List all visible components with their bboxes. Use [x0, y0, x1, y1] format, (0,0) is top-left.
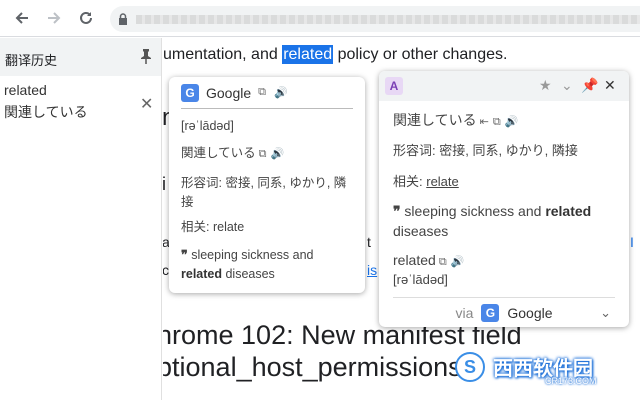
google-related-label: 相关:: [181, 220, 213, 234]
via-label: via: [455, 304, 474, 321]
watermark-domain: CR173.COM: [545, 376, 597, 386]
star-icon[interactable]: ★: [539, 77, 552, 94]
translator-word: related: [393, 252, 436, 268]
google-adjective: 形容词: 密接, 同系, ゆかり, 隣接: [181, 176, 347, 209]
google-example: ❞ sleeping sickness and related diseases: [181, 245, 353, 284]
translator-adjective: 形容词: 密接, 同系, ゆかり, 隣接: [393, 143, 578, 158]
google-translate-icon: G: [181, 83, 199, 102]
link-fragment[interactable]: I: [630, 234, 634, 250]
quote-icon: ❞: [393, 204, 401, 220]
translator-translation-row: 関連している ⇤ ⧉ 🔊: [393, 111, 619, 132]
google-related-row: 相关: relate: [181, 218, 353, 237]
example-bold: related: [181, 267, 222, 281]
chevron-down-icon[interactable]: ⌄: [561, 77, 573, 94]
example-text: sleeping sickness and: [400, 203, 546, 219]
arrow-left-icon: [15, 12, 28, 24]
browser-toolbar: [0, 0, 640, 37]
translator-related-row: 相关: relate: [393, 172, 619, 191]
example-text: sleeping sickness and: [187, 248, 314, 262]
speaker-icon[interactable]: 🔊: [274, 86, 289, 99]
history-sidebar: 翻译历史 related 関連している ✕: [0, 38, 162, 400]
section-heading-code: ptional_host_permissions: [163, 352, 462, 382]
copy-icon[interactable]: ⧉: [259, 148, 268, 160]
translator-related-word[interactable]: relate: [426, 174, 459, 189]
engine-selector[interactable]: via G Google ⌄: [393, 297, 615, 327]
sort-icon[interactable]: ⇤: [480, 116, 490, 128]
translator-logo-icon: A: [385, 77, 403, 95]
text-fragment: t: [367, 234, 371, 250]
translator-popup: A ★ ⌄ 📌 ✕ 関連している ⇤ ⧉ 🔊 形容词: 密接, 同系, ゆかり, 隣接…: [379, 71, 629, 327]
arrow-right-icon: [48, 12, 61, 24]
engine-name: Google: [507, 304, 553, 321]
translator-popup-header: A ★ ⌄ 📌 ✕: [379, 71, 629, 101]
translator-word-row: related ⧉ 🔊: [393, 251, 619, 272]
copy-icon[interactable]: ⧉: [493, 116, 502, 128]
translator-translation: 関連している: [393, 112, 477, 128]
reload-button[interactable]: [76, 8, 96, 28]
sidebar-header: 翻译历史: [0, 38, 161, 76]
copy-icon[interactable]: ⧉: [439, 256, 448, 268]
google-translation-row: 関連している ⧉ 🔊: [181, 144, 353, 164]
lock-icon: [119, 13, 127, 25]
pin-icon[interactable]: [139, 48, 153, 64]
paragraph-text-pre: umentation, and: [163, 46, 283, 63]
speaker-icon[interactable]: 🔊: [451, 256, 466, 268]
blurred-url: [136, 15, 640, 24]
example-text: diseases: [222, 267, 275, 281]
quote-icon: ❞: [181, 247, 188, 262]
history-item[interactable]: related 関連している: [4, 82, 88, 122]
text-fragment: i: [163, 174, 166, 194]
selected-word[interactable]: related: [282, 45, 334, 64]
google-translate-icon: G: [481, 303, 500, 322]
google-related-word: relate: [212, 220, 245, 234]
reload-icon: [80, 11, 92, 24]
history-item-word: related: [4, 82, 47, 98]
copy-icon[interactable]: ⧉: [258, 86, 267, 99]
speaker-icon[interactable]: 🔊: [271, 148, 286, 160]
translator-phonetic: [rəˈlādəd]: [393, 272, 448, 287]
translator-example: ❞ sleeping sickness and related diseases: [393, 202, 619, 241]
pin-icon[interactable]: 📌: [581, 77, 598, 94]
link-fragment[interactable]: is: [367, 262, 377, 278]
speaker-icon[interactable]: 🔊: [505, 116, 520, 128]
google-popup-header: G Google ⧉ 🔊: [181, 77, 353, 109]
chevron-down-icon[interactable]: ⌄: [600, 305, 611, 321]
back-button[interactable]: [12, 8, 32, 28]
close-icon[interactable]: ✕: [140, 94, 153, 114]
history-item-translation: 関連している: [4, 104, 88, 120]
google-phonetic: [rəˈlādəd]: [181, 119, 234, 133]
google-translation: 関連している: [181, 146, 256, 160]
paragraph-text-post: policy or other changes.: [333, 46, 508, 63]
close-icon[interactable]: ✕: [604, 77, 616, 94]
example-text: diseases: [393, 223, 449, 239]
example-bold: related: [545, 203, 592, 219]
google-translate-popup: G Google ⧉ 🔊 [rəˈlādəd] 関連している ⧉ 🔊 形容词: 密接…: [169, 77, 365, 293]
address-bar[interactable]: [110, 6, 640, 32]
paragraph-line: umentation, and related policy or other …: [163, 45, 508, 64]
google-popup-title: Google: [206, 84, 252, 101]
watermark-s-icon: S: [455, 352, 485, 382]
translator-related-label: 相关:: [393, 174, 427, 189]
forward-button[interactable]: [44, 8, 64, 28]
sidebar-title: 翻译历史: [5, 53, 58, 68]
watermark-logo: S 西西软件园 CR173.COM: [455, 348, 630, 388]
